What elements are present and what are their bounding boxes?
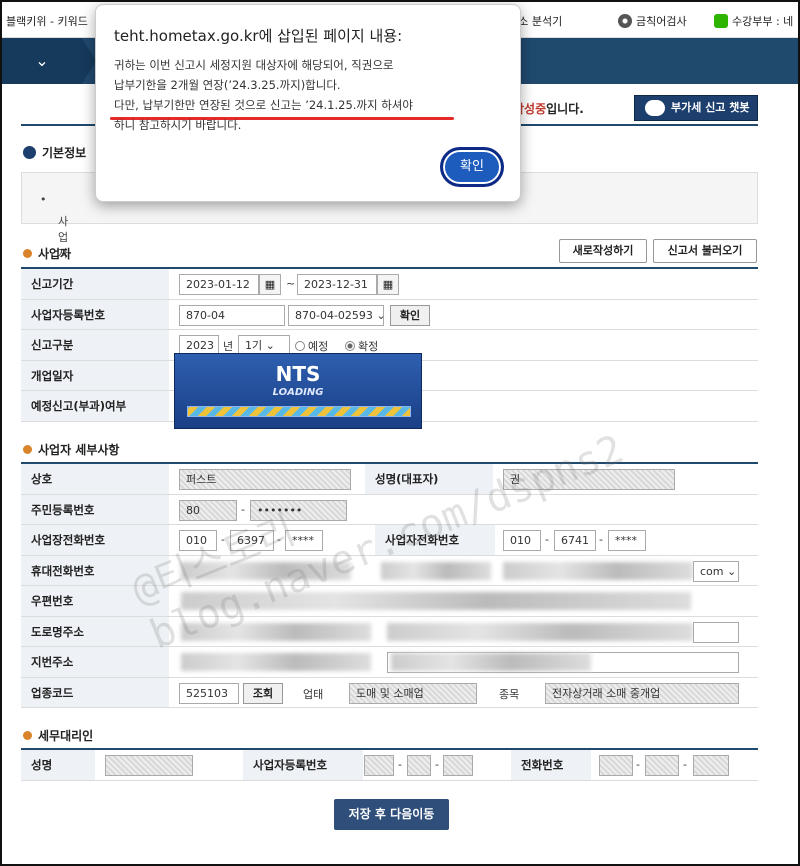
business-type-field: 도매 및 소매업 [349, 682, 477, 704]
owner-phone-2[interactable]: 6741 [554, 530, 596, 551]
save-and-next-button[interactable]: 저장 후 다음이동 [334, 799, 449, 830]
dialog-line-2: 납부기한을 2개월 연장(’24.3.25.까지)합니다. [114, 78, 341, 92]
calendar-icon[interactable]: ▦ [377, 274, 399, 295]
redacted-road-1 [181, 622, 371, 641]
tax-detail-title: 사업자 세부사항 [23, 441, 119, 458]
dialog-line-4: 하니 참고하시기 바랍니다. [114, 118, 242, 132]
row-rrn: 주민등록번호 80 - ••••••• [21, 494, 758, 525]
agent-phone-2[interactable] [645, 755, 679, 776]
load-return-button[interactable]: 신고서 불러오기 [653, 239, 757, 263]
agent-phone-1[interactable] [599, 755, 633, 776]
status-text: 작성중입니다. [513, 102, 584, 116]
row-name: 상호 퍼스트 성명(대표자) 권 [21, 464, 758, 495]
bookmark-blackkiwi[interactable]: 블랙키위 - 키워드 [6, 13, 88, 29]
regno-confirm-button[interactable]: 확인 [390, 304, 430, 326]
industry-code-field[interactable]: 525103 [179, 682, 239, 704]
agent-name-field[interactable] [105, 755, 193, 776]
representative-field[interactable]: 권 [503, 469, 675, 490]
menu-dropdown-button[interactable]: ⌄ [2, 38, 82, 84]
bullet-icon [23, 731, 32, 740]
biz-phone-1[interactable]: 010 [179, 530, 217, 551]
road-detail-field[interactable] [693, 621, 739, 643]
row-regno: 사업자등록번호 870-04 870-04-02593 ⌄ 확인 [21, 299, 758, 330]
vat-chatbot-button[interactable]: 부가세 신고 챗봇 [634, 95, 758, 121]
rrn-front-field[interactable]: 80 [179, 499, 237, 521]
chatbot-icon [645, 100, 665, 116]
owner-phone-3[interactable]: **** [608, 530, 646, 551]
arrow-circle-icon [23, 146, 36, 159]
chevron-down-icon: ⌄ [35, 51, 49, 70]
agent-form: 성명 사업자등록번호 - - 전화번호 - - [21, 748, 758, 781]
agent-reg-2[interactable] [407, 755, 431, 776]
new-write-button[interactable]: 새로작성하기 [559, 239, 647, 263]
rrn-back-field[interactable]: ••••••• [250, 499, 347, 521]
agent-section-title: 세무대리인 [23, 727, 93, 744]
bookmark-blog[interactable]: 수강부부 : 네 [714, 13, 793, 29]
tax-detail-form: 상호 퍼스트 성명(대표자) 권 주민등록번호 80 - ••••••• 사업장… [21, 462, 758, 708]
row-road: 도로명주소 [21, 616, 758, 647]
bookmark-banned-words[interactable]: 금칙어검사 [618, 13, 687, 29]
radio-prelim[interactable]: 예정 [295, 338, 328, 354]
row-phones: 사업장전화번호 010 - 6397 - **** 사업자전화번호 010 - … [21, 525, 758, 556]
chevron-down-icon: ⌄ [265, 339, 275, 352]
industry-search-button[interactable]: 조회 [243, 682, 283, 704]
redacted-lot-1 [181, 653, 371, 671]
alert-dialog: teht.hometax.go.kr에 삽입된 페이지 내용: 귀하는 이번 신… [95, 4, 521, 202]
chevron-down-icon: ⌄ [376, 309, 383, 322]
redacted-mobile [181, 561, 351, 580]
chevron-down-icon: ⌄ [727, 564, 737, 578]
business-section-title: 사업자 [23, 245, 71, 262]
dialog-title: teht.hometax.go.kr에 삽입된 페이지 내용: [114, 27, 403, 45]
row-mobile: 휴대전화번호 com ⌄ [21, 555, 758, 586]
business-item-field: 전자상거래 소매 중개업 [545, 682, 739, 704]
loading-progress-bar [187, 406, 411, 417]
period-start-field[interactable]: 2023-01-12 [179, 274, 259, 295]
biz-phone-2[interactable]: 6397 [230, 530, 274, 551]
bullet-icon [23, 445, 32, 454]
blog-icon [714, 14, 728, 28]
calendar-icon[interactable]: ▦ [259, 274, 281, 295]
agent-reg-1[interactable] [364, 755, 394, 776]
dialog-ok-button[interactable]: 확인 [440, 147, 504, 187]
dialog-line-1: 귀하는 이번 신고시 세정지원 대상자에 해당되어, 직권으로 [114, 58, 394, 72]
email-domain-select[interactable]: com ⌄ [693, 560, 739, 582]
redacted-zip [181, 592, 691, 610]
row-lot: 지번주소 [21, 647, 758, 678]
browser-frame: 블랙키위 - 키워드 형태소 분석기 금칙어검사 수강부부 : 네 ⌄ 작성중입… [0, 0, 800, 866]
owner-phone-1[interactable]: 010 [503, 530, 541, 551]
redacted-road-2 [387, 622, 693, 641]
nav-arrow-decoration [82, 38, 96, 84]
regno-select[interactable]: 870-04-02593 ⌄ [288, 304, 384, 326]
agent-reg-3[interactable] [443, 755, 473, 776]
row-zip: 우편번호 [21, 586, 758, 617]
bullet-icon [23, 249, 32, 258]
loading-progress-fill [188, 407, 410, 416]
agent-phone-3[interactable] [693, 755, 729, 776]
row-agent: 성명 사업자등록번호 - - 전화번호 - - [21, 750, 758, 781]
redacted-lot-2 [391, 653, 591, 671]
regno-field[interactable]: 870-04 [179, 304, 285, 326]
globe-icon [618, 14, 632, 28]
biz-phone-3[interactable]: **** [285, 530, 323, 551]
basic-info-title: 기본정보 [23, 144, 86, 161]
dialog-line-3: 다만, 납부기한만 연장된 것으로 신고는 ’24.1.25.까지 하셔야 [114, 98, 413, 112]
row-period: 신고기간 2023-01-12 ▦ ~ 2023-12-31 ▦ [21, 269, 758, 300]
period-end-field[interactable]: 2023-12-31 [297, 274, 377, 295]
redacted-email [381, 561, 491, 580]
nts-loading-overlay: NTS LOADING [174, 353, 422, 429]
redacted-email-2 [503, 561, 693, 580]
row-industry: 업종코드 525103 조회 업태 도매 및 소매업 종목 전자상거래 소매 중… [21, 677, 758, 708]
radio-final[interactable]: 확정 [345, 338, 378, 354]
company-name-field[interactable]: 퍼스트 [179, 469, 351, 490]
